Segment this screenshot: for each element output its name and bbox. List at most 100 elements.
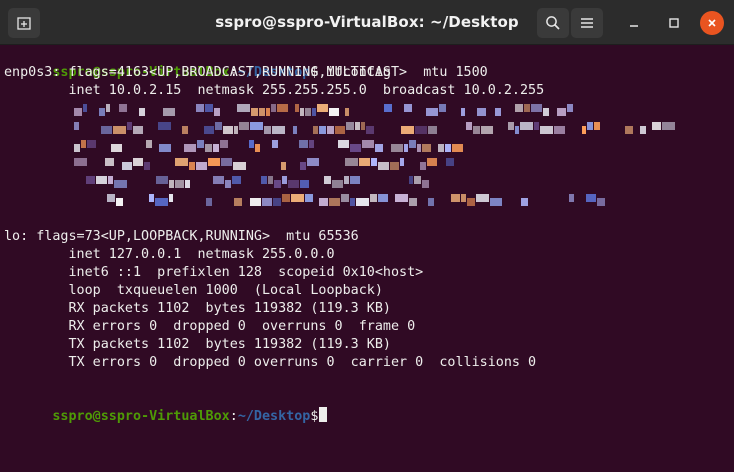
redaction-pixel [114,180,127,188]
redaction-pixel [534,122,539,130]
redaction-pixel [313,126,318,134]
new-tab-button[interactable] [8,8,40,38]
redaction-pixel [515,104,523,112]
redaction-pixel [175,180,184,188]
redaction-pixel [113,126,126,134]
hamburger-menu-icon [581,18,593,28]
title-bar: sspro@sspro-VirtualBox: ~/Desktop [0,0,734,45]
redaction-pixel [204,126,214,134]
redaction-pixel [414,176,421,184]
redaction-pixel [169,180,174,188]
redaction-pixel [420,162,426,170]
redaction-pixel [569,194,574,202]
redaction-pixel [543,108,549,116]
enp0s3-header: enp0s3: flags=4163<UP,BROADCAST,RUNNING,… [4,65,488,80]
redaction-pixel [356,198,369,206]
lo-line: TX packets 1102 bytes 119382 (119.3 KB) [4,337,391,352]
redaction-pixel [155,198,168,206]
lo-line: loop txqueuelen 1000 (Local Loopback) [4,283,383,298]
redaction-pixel [371,158,377,166]
redaction-pixel [281,162,286,170]
window-title: sspro@sspro-VirtualBox: ~/Desktop [215,13,519,31]
redaction-pixel [291,194,304,202]
redaction-pixel [597,198,605,206]
redaction-pixel [273,198,281,206]
redaction-pixel [375,144,383,152]
terminal-output[interactable]: sspro@sspro-VirtualBox:~/Desktop$ ifconf… [4,46,730,466]
redaction-pixel [355,122,360,130]
redaction-pixel [582,126,586,134]
redaction-pixel [317,104,328,112]
redaction-pixel [261,176,267,184]
redaction-pixel [262,198,272,206]
redaction-pixel [361,122,365,130]
redaction-pixel [452,144,463,152]
minimize-button[interactable] [622,11,646,35]
redaction-pixel [422,144,431,152]
redaction-pixel [344,176,349,184]
redaction-pixel [111,144,122,152]
redaction-pixel [266,108,270,116]
redaction-pixel [350,144,361,152]
redaction-pixel [300,108,304,116]
redaction-pixel [409,176,413,184]
redaction-pixel [461,108,465,116]
redaction-pixel [189,162,195,170]
maximize-icon [669,18,679,28]
enp0s3-inet-line: inet 10.0.2.15 netmask 255.255.255.0 bro… [4,83,545,98]
redaction-pixel [554,126,565,134]
redaction-pixel [264,126,271,134]
redaction-pixel [83,104,87,112]
redaction-pixel [524,104,530,112]
redaction-pixel [404,144,408,152]
redaction-pixel [185,180,190,188]
redaction-pixel [370,194,377,202]
redaction-pixel [477,108,486,116]
text-cursor [319,407,328,422]
redaction-pixel [119,104,127,112]
redaction-pixel [345,108,349,116]
redaction-pixel [319,198,328,206]
redaction-pixel [557,108,566,116]
redaction-pixel [422,180,429,188]
search-icon [546,16,560,30]
redaction-pixel [467,198,475,206]
redaction-pixel [366,126,374,134]
redaction-pixel [215,122,222,130]
redaction-pixel [586,194,596,202]
maximize-button[interactable] [662,11,686,35]
redaction-pixel [391,144,403,152]
redaction-pixel [446,158,454,166]
redaction-pixel [213,144,219,152]
redaction-pixel [139,108,145,116]
search-button[interactable] [537,8,569,38]
redaction-pixel [282,176,287,184]
menu-button[interactable] [571,8,603,38]
redaction-pixel [268,176,273,184]
redaction-pixel [182,126,188,134]
close-button[interactable] [700,11,724,35]
redaction-pixel [338,140,349,148]
redaction-pixel [401,126,414,134]
redaction-pixel [404,104,412,112]
redaction-pixel [309,140,314,148]
prompt-symbol: $ [310,409,319,424]
redaction-pixel [133,158,143,166]
lo-line: TX errors 0 dropped 0 overruns 0 carrier… [4,355,537,370]
redaction-pixel [428,126,437,134]
redaction-pixel [196,104,204,112]
redaction-pixel [481,126,493,134]
redaction-pixel [108,176,113,184]
lo-line: RX errors 0 dropped 0 overruns 0 frame 0 [4,319,416,334]
lo-line: RX packets 1102 bytes 119382 (119.3 KB) [4,301,391,316]
redacted-line [74,140,463,152]
redaction-pixel [288,180,299,188]
redaction-pixel [495,108,501,116]
redacted-line [74,176,434,188]
redaction-pixel [439,104,446,112]
redaction-pixel [305,108,311,116]
redaction-pixel [74,144,80,152]
redaction-pixel [149,194,154,202]
redaction-pixel [74,122,79,130]
redaction-pixel [417,144,421,152]
